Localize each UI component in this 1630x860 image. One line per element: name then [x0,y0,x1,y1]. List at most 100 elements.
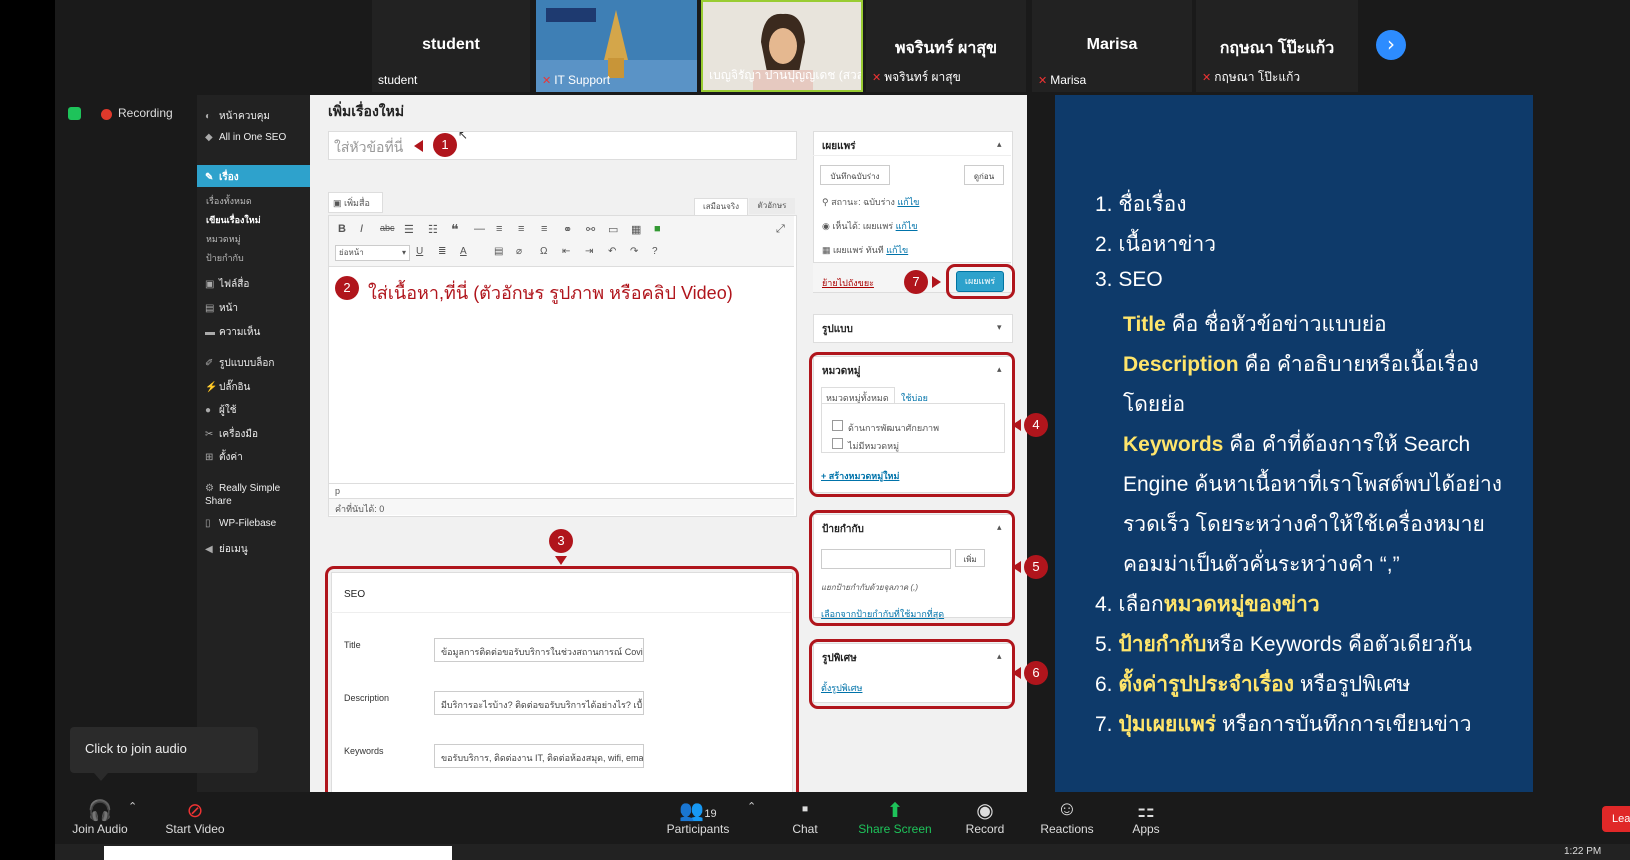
wp-submenu-new-post[interactable]: เขียนเรื่องใหม่ [206,213,261,227]
annotation-badge-7: 7 [904,270,928,294]
link-icon[interactable]: ⚭ [563,223,572,236]
wp-menu-wp-filebase[interactable]: ▯ WP-Filebase [205,518,276,529]
quote-icon[interactable]: ❝ [451,221,459,238]
toolbar-toggle-icon[interactable]: ▦ [631,223,641,236]
security-shield-icon [68,107,81,120]
participants-icon: 👥 [679,800,705,822]
wp-menu-really-simple-share[interactable]: ⚙ Really Simple Share [205,482,295,508]
more-icon[interactable]: ▭ [608,223,618,236]
edit-visibility-link[interactable]: แก้ไข [896,221,918,231]
next-page-arrow-icon[interactable]: › [1376,30,1406,60]
chat-button[interactable]: ▪ Chat [782,798,828,836]
participants-count: 19 [704,808,717,820]
bold-icon[interactable]: B [338,223,346,235]
wp-menu-comments[interactable]: ▬ ความเห็น [205,325,260,340]
chevron-down-icon: ▾ [401,248,406,257]
slide-seo-keywords: Keywords คือ คำที่ต้องการให้ Search [1123,433,1471,456]
bullet-list-icon[interactable]: ☰ [404,223,414,236]
eye-icon: ◉ [822,221,833,231]
wp-menu-pages[interactable]: ▤ หน้า [205,301,238,316]
paste-text-icon[interactable]: ▤ [494,246,503,257]
record-icon: ◉ [976,800,994,822]
post-title-placeholder: ใส่หัวข้อที่นี่ [334,139,404,155]
edit-schedule-link[interactable]: แก้ไข [886,245,908,255]
preview-button[interactable]: ดูก่อน [964,165,1004,185]
smiley-icon: ☺ [1056,798,1078,820]
wp-menu-posts[interactable]: ✎ เรื่อง [205,170,239,185]
participants-chevron-icon[interactable]: ⌃ [747,800,756,813]
format-select[interactable]: ย่อหน้า ▾ [335,245,410,261]
tab-visual[interactable]: เสมือนจริง [694,198,748,216]
wp-menu-users[interactable]: ● ผู้ใช้ [205,403,237,418]
headphones-icon: 🎧 [87,800,113,822]
wp-menu-dashboard[interactable]: ◐ หน้าควบคุม [205,109,270,124]
align-right-icon[interactable]: ≡ [541,223,547,235]
calendar-icon: ▦ [822,245,834,255]
audio-options-chevron-icon[interactable]: ⌃ [128,800,137,813]
join-audio-tooltip-text: Click to join audio [85,741,187,756]
wp-submenu-all-posts[interactable]: เรื่องทั้งหมด [206,194,252,208]
wp-submenu-tags[interactable]: ป้ายกำกับ [206,251,244,265]
help-icon[interactable]: ? [652,246,658,257]
edit-status-link[interactable]: แก้ไข [897,197,919,207]
apps-button[interactable]: ⚏ Apps [1126,798,1166,836]
unlink-icon[interactable]: ⚯ [586,223,595,236]
recording-label[interactable]: Recording [118,106,173,120]
wp-menu-appearance[interactable]: ✐ รูปแบบบล็อก [205,356,274,371]
fullscreen-icon[interactable]: ⤢ [776,223,785,236]
wp-menu-seo[interactable]: ◆ All in One SEO [205,132,286,143]
wp-submenu-categories[interactable]: หมวดหมู่ [206,232,241,246]
windows-search-box[interactable] [104,846,452,860]
align-left-icon[interactable]: ≡ [496,223,502,235]
collapse-arrow-icon[interactable]: ▴ [997,139,1002,150]
annotation-badge-6: 6 [1024,661,1048,685]
strikethrough-icon[interactable]: abc [380,223,395,233]
indent-icon[interactable]: ⇥ [585,246,593,257]
tab-text[interactable]: ตัวอักษร [749,198,795,214]
expand-arrow-icon[interactable]: ▾ [997,322,1002,333]
wp-menu-tools[interactable]: ✂ เครื่องมือ [205,427,258,442]
participant-tile[interactable]: พจรินทร์ ผาสุข ✕ พจรินทร์ ผาสุข [866,0,1026,92]
italic-icon[interactable]: I [360,223,363,235]
redo-icon[interactable]: ↷ [630,246,638,257]
text-color-icon[interactable]: A [460,246,467,257]
outdent-icon[interactable]: ⇤ [562,246,570,257]
annotation-arrow [932,276,941,288]
participant-tile[interactable]: Marisa ✕ Marisa [1032,0,1192,92]
justify-icon[interactable]: ≣ [438,246,446,257]
join-audio-button[interactable]: 🎧 Join Audio [68,798,132,836]
annotation-arrow [555,556,567,565]
participant-tile[interactable]: กฤษณา โป๊ะแก้ว ✕ กฤษณา โป๊ะแก้ว [1196,0,1358,92]
leave-button[interactable]: Lea [1602,806,1630,832]
align-center-icon[interactable]: ≡ [518,223,524,235]
participant-tile-video[interactable]: ✕ IT Support [536,0,697,92]
taskbar-clock: 1:22 PM [1564,846,1602,857]
numbered-list-icon[interactable]: ☷ [428,223,438,236]
annotation-frame-7 [946,264,1015,299]
clear-format-icon[interactable]: ⌀ [516,246,522,257]
participant-tile-speaking[interactable]: เบญจิรัญา ปานปุญญเดช (สวส) [701,0,863,92]
plugin-button-icon[interactable]: ■ [654,223,661,235]
start-video-button[interactable]: ⊘ Start Video [160,798,230,836]
underline-icon[interactable]: U [416,246,423,257]
participant-label: กฤษณา โป๊ะแก้ว [1214,70,1301,84]
share-screen-button[interactable]: ⬆ Share Screen [855,798,935,836]
wp-menu-plugins[interactable]: ⚡ ปลั๊กอิน [205,380,250,395]
gear-icon: ⚙ [205,483,214,494]
annotation-arrow [1012,667,1021,679]
hr-icon[interactable]: — [474,223,485,235]
wp-menu-collapse[interactable]: ◀ ย่อเมนู [205,542,248,557]
slide-item-1: 1. ชื่อเรื่อง [1095,193,1187,216]
record-button[interactable]: ◉ Record [960,798,1010,836]
participants-button[interactable]: 👥19 Participants [663,798,733,836]
save-draft-button[interactable]: บันทึกฉบับร่าง [820,165,890,185]
wp-menu-settings[interactable]: ⊞ ตั้งค่า [205,450,243,465]
add-media-button[interactable]: ▣ เพิ่มสื่อ [328,192,383,213]
special-char-icon[interactable]: Ω [540,246,547,257]
trash-link[interactable]: ย้ายไปถังขยะ [822,276,874,290]
wp-menu-media[interactable]: ▣ ไฟล์สื่อ [205,277,249,292]
undo-icon[interactable]: ↶ [608,246,616,257]
reactions-button[interactable]: ☺ Reactions [1037,798,1097,836]
participant-tile[interactable]: student student [372,0,530,92]
slide-item-3: 3. SEO [1095,268,1163,291]
